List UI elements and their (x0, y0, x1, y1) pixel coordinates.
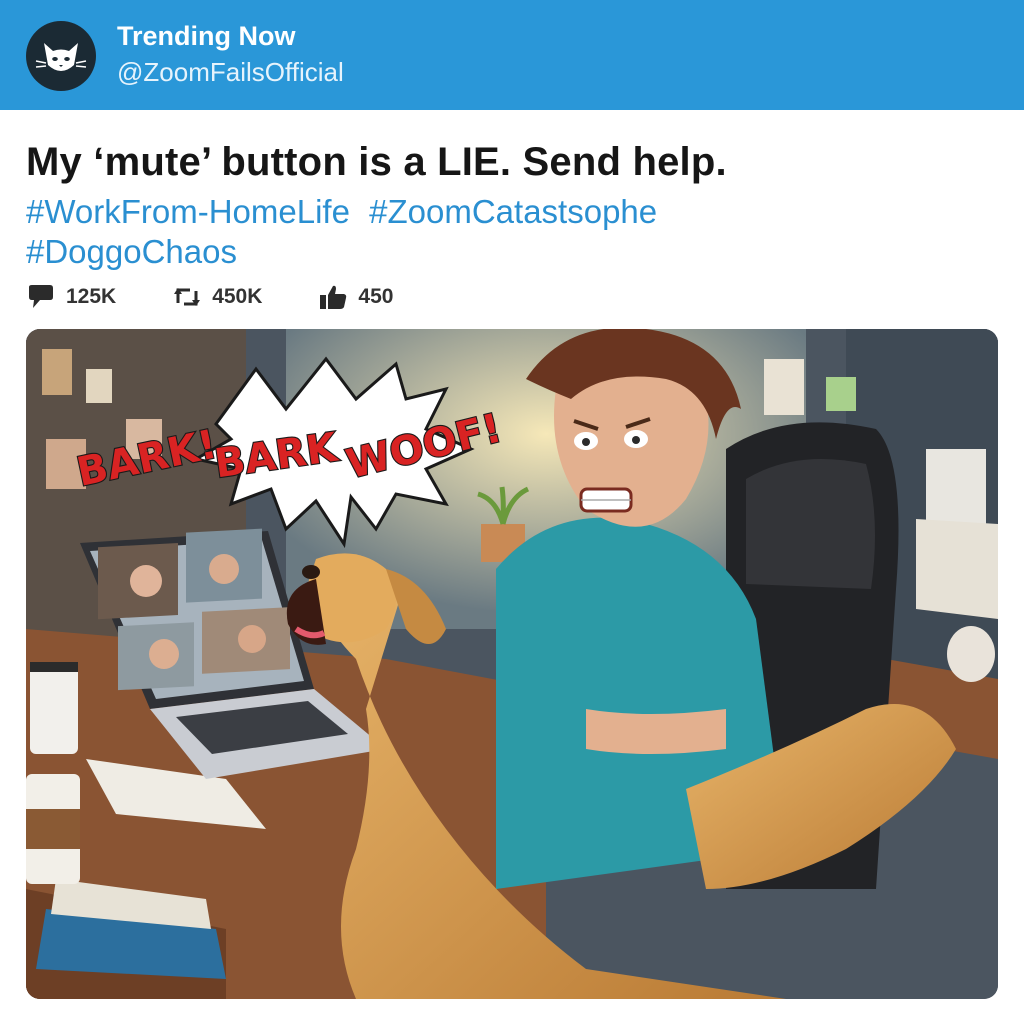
like-count: 450 (358, 285, 394, 308)
avatar[interactable] (26, 21, 96, 91)
reply-count: 125K (66, 285, 117, 308)
retweet-count: 450K (212, 285, 263, 308)
hashtag-link[interactable]: #DoggoChaos (26, 233, 237, 270)
thumbs-up-icon (320, 285, 347, 309)
retweet-icon (174, 288, 201, 306)
hashtag-list: #WorkFrom-HomeLife #ZoomCatastsophe #Dog… (26, 192, 986, 272)
cat-face-icon (35, 43, 87, 71)
speech-bubble-icon (29, 285, 53, 308)
post-text: My ‘mute’ button is a LIE. Send help. (26, 140, 727, 184)
illustration: BARK! BARK WOOF! (26, 329, 998, 999)
post-image[interactable]: BARK! BARK WOOF! (26, 329, 998, 999)
retweet-button[interactable]: 450K (172, 283, 262, 311)
like-button[interactable]: 450 (318, 283, 393, 311)
hashtag-link[interactable]: #WorkFrom-HomeLife (26, 193, 350, 230)
engagement-stats: 125K 450K 450 (26, 282, 449, 312)
hashtag-link[interactable]: #ZoomCatastsophe (369, 193, 657, 230)
header-title: Trending Now (117, 21, 296, 51)
reply-button[interactable]: 125K (26, 283, 116, 311)
dog-nose (302, 565, 320, 579)
coffee-mug (30, 662, 78, 754)
profile-header: Trending Now @ZoomFailsOfficial (0, 0, 1024, 110)
account-handle[interactable]: @ZoomFailsOfficial (117, 57, 344, 88)
